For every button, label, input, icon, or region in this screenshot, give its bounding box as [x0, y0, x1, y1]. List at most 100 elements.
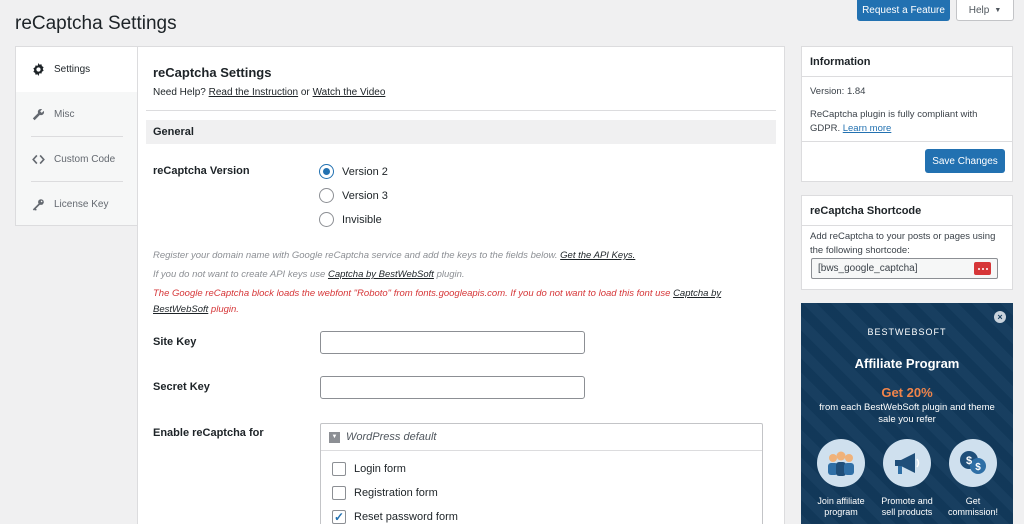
- save-changes-button[interactable]: Save Changes: [925, 149, 1005, 173]
- divider: [802, 225, 1012, 226]
- promo-item-join-label: Join affiliate program: [817, 496, 865, 517]
- secret-key-label: Secret Key: [153, 381, 210, 393]
- radio-circle[interactable]: [319, 212, 334, 227]
- help-label: Help: [968, 4, 990, 16]
- caret-down-icon: ▼: [994, 6, 1002, 14]
- tab-settings[interactable]: Settings: [16, 47, 139, 92]
- enable-recaptcha-label: Enable reCaptcha for: [153, 427, 264, 439]
- font-warning-suffix: plugin.: [210, 304, 239, 315]
- affiliate-promo-banner: × BESTWEBSOFT Affiliate Program Get 20% …: [801, 303, 1013, 524]
- code-icon: [32, 153, 45, 166]
- site-key-label: Site Key: [153, 336, 197, 348]
- checkbox-reset-password-form-label: Reset password form: [354, 511, 458, 523]
- captcha-alt-note-text: If you do not want to create API keys us…: [153, 269, 326, 280]
- megaphone-icon: [883, 439, 931, 487]
- checkbox-box-checked[interactable]: ✓: [332, 510, 346, 524]
- captcha-alt-note-suffix: plugin.: [436, 269, 465, 280]
- learn-more-link[interactable]: Learn more: [843, 123, 892, 134]
- captcha-alt-note: If you do not want to create API keys us…: [153, 267, 770, 283]
- radio-version-2-label: Version 2: [342, 165, 388, 178]
- radio-version-2[interactable]: Version 2: [319, 164, 388, 179]
- read-instruction-link[interactable]: Read the Instruction: [209, 87, 299, 98]
- promo-item-join[interactable]: Join affiliate program: [811, 439, 871, 518]
- forms-checklist: ▼ WordPress default Login form Registrat…: [320, 423, 763, 524]
- need-help-prefix: Need Help?: [153, 87, 206, 98]
- information-title: Information: [810, 56, 871, 68]
- close-icon[interactable]: ×: [994, 311, 1006, 323]
- checkbox-registration-form-label: Registration form: [354, 487, 438, 499]
- promo-item-promote[interactable]: Promote and sell products: [877, 439, 937, 518]
- shortcode-value: [bws_google_captcha]: [818, 263, 918, 274]
- settings-panel: reCaptcha Settings Need Help? Read the I…: [137, 46, 785, 524]
- promo-item-commission[interactable]: $ $ Get commission!: [943, 439, 1003, 518]
- promo-item-promote-label: Promote and sell products: [881, 496, 933, 517]
- shortcode-title: reCaptcha Shortcode: [810, 205, 922, 217]
- captcha-bestwebsoft-link[interactable]: Captcha by BestWebSoft: [328, 269, 434, 280]
- radio-circle[interactable]: [319, 188, 334, 203]
- need-help-line: Need Help? Read the Instruction or Watch…: [153, 87, 385, 98]
- tab-custom-code-label: Custom Code: [54, 154, 116, 165]
- watch-video-link[interactable]: Watch the Video: [313, 87, 386, 98]
- gdpr-text: ReCaptcha plugin is fully compliant with…: [810, 108, 1004, 136]
- divider: [146, 110, 776, 111]
- group-wordpress-default[interactable]: ▼ WordPress default: [321, 424, 762, 451]
- tab-misc[interactable]: Misc: [16, 92, 138, 137]
- divider: [802, 76, 1012, 77]
- recaptcha-version-label: reCaptcha Version: [153, 165, 250, 177]
- checkbox-reset-password-form[interactable]: ✓ Reset password form: [332, 510, 458, 524]
- tab-settings-label: Settings: [54, 64, 91, 75]
- api-keys-note: Register your domain name with Google re…: [153, 248, 770, 264]
- checkbox-box[interactable]: [332, 462, 346, 476]
- promo-highlight: Get 20%: [881, 385, 933, 400]
- tab-custom-code[interactable]: Custom Code: [16, 137, 138, 182]
- font-warning-text: The Google reCaptcha block loads the web…: [153, 288, 671, 299]
- people-icon: [817, 439, 865, 487]
- radio-version-3-label: Version 3: [342, 189, 388, 202]
- promo-brand: BESTWEBSOFT: [867, 327, 947, 337]
- group-title: WordPress default: [346, 431, 437, 443]
- get-api-keys-link[interactable]: Get the API Keys.: [560, 250, 635, 261]
- gdpr-text-body: ReCaptcha plugin is fully compliant with…: [810, 109, 978, 134]
- promo-subtitle: from each BestWebSoft plugin and theme s…: [819, 402, 995, 425]
- shortcode-field[interactable]: [bws_google_captcha]: [811, 258, 998, 279]
- version-line: Version: 1.84: [810, 85, 1004, 99]
- collapse-toggle-icon[interactable]: ▼: [329, 431, 340, 443]
- panel-title: reCaptcha Settings: [153, 65, 272, 80]
- tab-license-key-label: License Key: [54, 199, 109, 210]
- help-button[interactable]: Help ▼: [956, 0, 1014, 21]
- tab-license-key[interactable]: License Key: [16, 182, 138, 227]
- shortcode-text: Add reCaptcha to your posts or pages usi…: [810, 231, 996, 256]
- shortcode-box: reCaptcha Shortcode Add reCaptcha to you…: [801, 195, 1013, 290]
- tab-misc-label: Misc: [54, 109, 75, 120]
- information-box: Information Version: 1.84 ReCaptcha plug…: [801, 46, 1013, 182]
- divider: [802, 141, 1012, 142]
- secret-key-input[interactable]: [320, 376, 585, 399]
- copy-shortcode-icon[interactable]: [974, 262, 991, 275]
- site-key-input[interactable]: [320, 331, 585, 354]
- key-icon: [32, 198, 45, 211]
- wrench-icon: [32, 108, 45, 121]
- gear-icon: [32, 63, 45, 76]
- promo-item-commission-label: Get commission!: [947, 496, 998, 517]
- settings-tabs: Settings Misc Custom Code License Key: [15, 46, 139, 227]
- section-general: General: [146, 120, 776, 144]
- version-value: 1.84: [846, 86, 866, 97]
- money-icon: $ $: [949, 439, 997, 487]
- api-keys-note-text: Register your domain name with Google re…: [153, 250, 558, 261]
- checkbox-login-form-label: Login form: [354, 463, 406, 475]
- checkbox-registration-form[interactable]: Registration form: [332, 486, 438, 500]
- version-label: Version:: [810, 86, 845, 97]
- svg-text:$: $: [975, 462, 981, 473]
- radio-circle[interactable]: [319, 164, 334, 179]
- radio-invisible-label: Invisible: [342, 213, 382, 226]
- checkbox-box[interactable]: [332, 486, 346, 500]
- svg-text:$: $: [966, 455, 972, 467]
- radio-version-3[interactable]: Version 3: [319, 188, 388, 203]
- request-feature-button[interactable]: Request a Feature: [857, 0, 950, 21]
- checkbox-login-form[interactable]: Login form: [332, 462, 406, 476]
- or-text: or: [300, 87, 310, 98]
- page-title: reCaptcha Settings: [15, 13, 177, 34]
- font-warning-note: The Google reCaptcha block loads the web…: [153, 286, 770, 318]
- promo-title: Affiliate Program: [854, 356, 960, 371]
- radio-invisible[interactable]: Invisible: [319, 212, 382, 227]
